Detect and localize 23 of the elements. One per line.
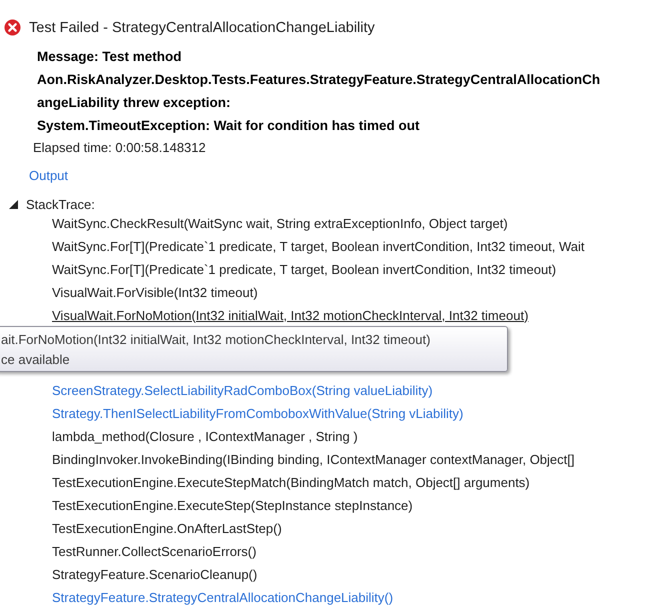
expand-arrow-icon[interactable] [9, 200, 18, 209]
error-message: Message: Test method Aon.RiskAnalyzer.Desktop.Tests.Features.StrategyFeature.StrategyCentralAllocationChangeLiability threw exception: System.TimeoutException: Wait for condition has timed out [37, 48, 602, 135]
stack-frame: lambda_method(Closure , IContextManager , String ) [52, 428, 358, 444]
stack-frame: VisualWait.ForNoMotion(Int32 initialWait, Int32 motionCheckInterval, Int32 timeout) [52, 308, 528, 322]
stack-frame-link[interactable]: ScreenStrategy.SelectLiabilityRadComboBox(String valueLiability) [52, 382, 433, 398]
stack-trace-label: StackTrace: [26, 196, 95, 214]
tooltip-text: ait.ForNoMotion(Int32 initialWait, Int32 motionCheckInterval, Int32 timeout) [1, 331, 432, 349]
tooltip-text: ce available [1, 351, 71, 369]
stack-frame: WaitSync.For[T](Predicate`1 predicate, T target, Boolean invertCondition, Int32 timeout, Wait [52, 238, 585, 254]
elapsed-time: Elapsed time: 0:00:58.148312 [33, 139, 207, 157]
stack-frame: VisualWait.ForVisible(Int32 timeout) [52, 284, 258, 300]
stack-frame: TestExecutionEngine.ExecuteStepMatch(BindingMatch match, Object[] arguments) [52, 474, 530, 490]
stack-frame-link[interactable]: StrategyFeature.StrategyCentralAllocationChangeLiability() [52, 590, 394, 604]
stack-frame: TestRunner.CollectScenarioErrors() [52, 544, 256, 558]
stack-frame: WaitSync.For[T](Predicate`1 predicate, T target, Boolean invertCondition, Int32 timeout) [52, 262, 556, 276]
test-title: Test Failed - StrategyCentralAllocationChangeLiability [29, 18, 375, 36]
stack-frame: TestExecutionEngine.ExecuteStep(StepInstance stepInstance) [52, 498, 413, 512]
stack-frame: WaitSync.CheckResult(WaitSync wait, String extraExceptionInfo, Object target) [52, 216, 508, 230]
stack-frame: TestExecutionEngine.OnAfterLastStep() [52, 520, 282, 536]
stack-frame: StrategyFeature.ScenarioCleanup() [52, 566, 258, 582]
stack-frame: BindingInvoker.InvokeBinding(IBinding binding, IContextManager contextManager, Object[] [52, 452, 574, 466]
stack-frame-link[interactable]: Strategy.ThenISelectLiabilityFromComboboxWithValue(String vLiability) [52, 406, 464, 420]
output-link[interactable]: Output [29, 167, 68, 185]
